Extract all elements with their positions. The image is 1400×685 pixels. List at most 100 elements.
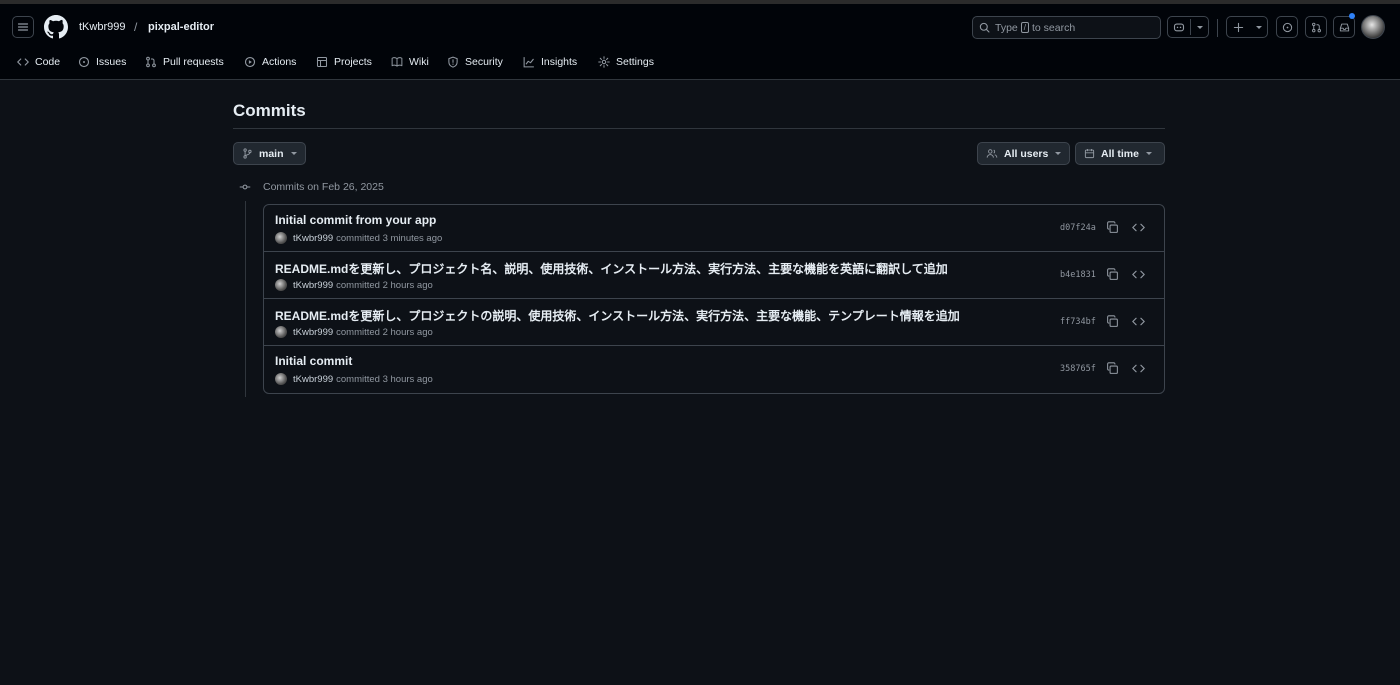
tab-label: Pull requests	[163, 56, 224, 68]
people-icon	[986, 149, 998, 158]
copilot-button[interactable]	[1167, 16, 1209, 38]
book-icon	[391, 57, 403, 67]
chevron-down-icon	[1256, 26, 1262, 29]
tab-actions[interactable]: Actions	[244, 52, 296, 72]
app-header: tKwbr999 / pixpal-editor Type / to searc…	[0, 4, 1400, 80]
tab-pull-requests[interactable]: Pull requests	[145, 52, 224, 72]
tab-projects[interactable]: Projects	[316, 52, 372, 72]
commit-list: Initial commit from your app tKwbr999 co…	[263, 204, 1165, 394]
issues-button[interactable]	[1276, 16, 1298, 38]
code-icon[interactable]	[1132, 221, 1145, 234]
menu-button[interactable]	[12, 16, 34, 38]
tab-security[interactable]: Security	[447, 52, 503, 72]
git-commit-icon	[239, 184, 251, 190]
calendar-icon	[1084, 149, 1095, 159]
tab-issues[interactable]: Issues	[78, 52, 126, 72]
commit-message-link[interactable]: Initial commit from your app	[275, 213, 436, 227]
commit-author-link[interactable]: tKwbr999	[293, 327, 333, 338]
tab-wiki[interactable]: Wiki	[391, 52, 429, 72]
inbox-icon	[1339, 23, 1349, 31]
git-pull-request-icon	[146, 56, 156, 68]
global-bar: tKwbr999 / pixpal-editor Type / to searc…	[0, 4, 1400, 50]
commit-row[interactable]: Initial commit tKwbr999 committed 3 hour…	[264, 346, 1164, 393]
notification-indicator	[1349, 13, 1355, 19]
copy-icon[interactable]	[1106, 362, 1119, 375]
split-divider	[1190, 19, 1191, 35]
code-icon	[17, 58, 29, 66]
tab-label: Code	[35, 56, 61, 68]
copilot-icon	[1173, 23, 1185, 32]
create-new-button[interactable]	[1226, 16, 1268, 38]
search-suffix: to search	[1032, 21, 1076, 34]
tab-code[interactable]: Code	[17, 52, 60, 72]
tab-label: Projects	[334, 56, 372, 68]
commit-message-link[interactable]: README.mdを更新し、プロジェクト名、説明、使用技術、インストール方法、実…	[275, 260, 948, 277]
chevron-down-icon	[1197, 26, 1203, 29]
commit-author-link[interactable]: tKwbr999	[293, 374, 333, 385]
search-prefix: Type	[995, 21, 1018, 34]
plus-icon	[1233, 22, 1244, 32]
table-icon	[316, 56, 328, 68]
commit-message-link[interactable]: Initial commit	[275, 354, 352, 368]
timeline-line	[245, 201, 246, 397]
author-avatar[interactable]	[275, 373, 287, 385]
github-logo-icon[interactable]	[44, 15, 68, 39]
commit-sha-link[interactable]: b4e1831	[1060, 270, 1096, 280]
graph-icon	[523, 57, 534, 68]
code-icon[interactable]	[1132, 268, 1145, 281]
commit-author-link[interactable]: tKwbr999	[293, 280, 333, 291]
tab-label: Actions	[262, 56, 297, 68]
tab-label: Insights	[541, 56, 578, 68]
commit-row[interactable]: README.mdを更新し、プロジェクトの説明、使用技術、インストール方法、実行…	[264, 299, 1164, 346]
commit-sha-link[interactable]: d07f24a	[1060, 223, 1096, 233]
code-icon[interactable]	[1132, 362, 1145, 375]
branch-name: main	[259, 147, 284, 160]
breadcrumb-separator: /	[134, 20, 138, 34]
tab-label: Wiki	[409, 56, 429, 68]
commit-row[interactable]: README.mdを更新し、プロジェクト名、説明、使用技術、インストール方法、実…	[264, 252, 1164, 299]
title-divider	[233, 128, 1165, 129]
copy-icon[interactable]	[1106, 221, 1119, 234]
commit-row[interactable]: Initial commit from your app tKwbr999 co…	[264, 205, 1164, 252]
tab-label: Security	[465, 56, 503, 68]
issue-opened-icon	[1282, 22, 1292, 32]
repo-nav: Code Issues Pull requests Actions Projec…	[0, 52, 1400, 80]
tab-insights[interactable]: Insights	[523, 52, 577, 72]
commit-time: committed 3 hours ago	[336, 373, 433, 385]
git-branch-icon	[243, 148, 252, 159]
search-icon	[979, 22, 990, 33]
repo-owner-link[interactable]: tKwbr999	[79, 21, 125, 33]
search-input[interactable]: Type / to search	[972, 16, 1161, 39]
author-avatar[interactable]	[275, 326, 287, 338]
chevron-down-icon	[1145, 152, 1152, 155]
commit-time: committed 2 hours ago	[336, 326, 433, 338]
copy-icon[interactable]	[1106, 268, 1119, 281]
commit-meta: tKwbr999 committed 3 hours ago	[275, 373, 433, 385]
time-filter-label: All time	[1101, 147, 1139, 160]
gear-icon	[598, 56, 610, 68]
shield-icon	[448, 56, 458, 68]
branch-selector-button[interactable]: main	[233, 142, 306, 165]
play-icon	[244, 56, 256, 68]
chevron-down-icon	[290, 152, 297, 155]
inbox-button[interactable]	[1333, 16, 1355, 38]
code-icon[interactable]	[1132, 315, 1145, 328]
commit-time: committed 3 minutes ago	[336, 232, 443, 244]
commit-sha-link[interactable]: 358765f	[1060, 364, 1096, 374]
pull-requests-button[interactable]	[1305, 16, 1327, 38]
commit-author-link[interactable]: tKwbr999	[293, 233, 333, 244]
users-filter-label: All users	[1004, 147, 1049, 160]
user-avatar[interactable]	[1361, 15, 1385, 39]
commit-sha-link[interactable]: ff734bf	[1060, 317, 1096, 327]
repo-name-link[interactable]: pixpal-editor	[148, 21, 214, 33]
time-filter-button[interactable]: All time	[1075, 142, 1165, 165]
author-avatar[interactable]	[275, 279, 287, 291]
commit-time: committed 2 hours ago	[336, 279, 433, 291]
author-avatar[interactable]	[275, 232, 287, 244]
tab-label: Settings	[616, 56, 654, 68]
tab-settings[interactable]: Settings	[598, 52, 654, 72]
commit-message-link[interactable]: README.mdを更新し、プロジェクトの説明、使用技術、インストール方法、実行…	[275, 307, 960, 324]
copy-icon[interactable]	[1106, 315, 1119, 328]
commit-group-date: Commits on Feb 26, 2025	[263, 181, 384, 193]
users-filter-button[interactable]: All users	[977, 142, 1071, 165]
